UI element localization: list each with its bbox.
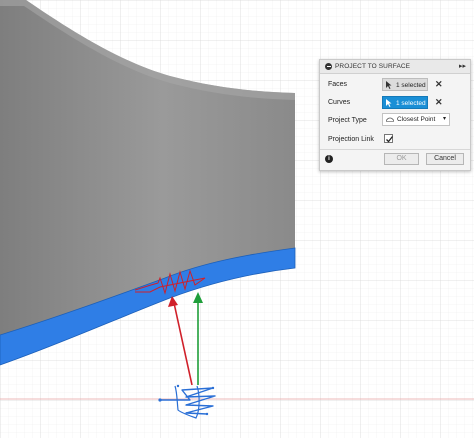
faces-clear-icon[interactable]: ✕ bbox=[435, 79, 443, 90]
project-type-value: Closest Point bbox=[397, 116, 436, 123]
curves-clear-icon[interactable]: ✕ bbox=[435, 97, 443, 108]
info-icon[interactable]: i bbox=[325, 155, 333, 163]
faces-label: Faces bbox=[328, 81, 348, 88]
cursor-icon bbox=[386, 99, 392, 107]
cancel-button[interactable]: Cancel bbox=[426, 153, 464, 165]
projection-link-checkbox[interactable] bbox=[384, 134, 394, 143]
closest-point-icon bbox=[386, 117, 394, 122]
faces-value: 1 selected bbox=[396, 82, 426, 89]
dialog-divider bbox=[320, 149, 470, 150]
ok-button[interactable]: OK bbox=[384, 153, 419, 165]
expand-icon[interactable]: ▸▸ bbox=[459, 62, 466, 70]
curves-selection-button[interactable]: 1 selected bbox=[382, 96, 428, 109]
curves-value: 1 selected bbox=[396, 100, 426, 107]
project-type-label: Project Type bbox=[328, 117, 367, 124]
chevron-down-icon: ▾ bbox=[442, 116, 446, 122]
dialog-title-bar[interactable]: PROJECT TO SURFACE ▸▸ bbox=[320, 60, 470, 74]
project-type-dropdown[interactable]: Closest Point ▾ bbox=[382, 113, 450, 126]
cursor-icon bbox=[386, 81, 392, 89]
checkmark-icon bbox=[386, 136, 394, 143]
dialog-title: PROJECT TO SURFACE bbox=[335, 62, 411, 70]
close-circle-icon[interactable] bbox=[325, 63, 332, 70]
project-to-surface-dialog: PROJECT TO SURFACE ▸▸ Faces 1 selected ✕… bbox=[319, 59, 471, 171]
projection-link-label: Projection Link bbox=[328, 136, 374, 143]
faces-selection-button[interactable]: 1 selected bbox=[382, 78, 428, 91]
curves-label: Curves bbox=[328, 99, 351, 106]
